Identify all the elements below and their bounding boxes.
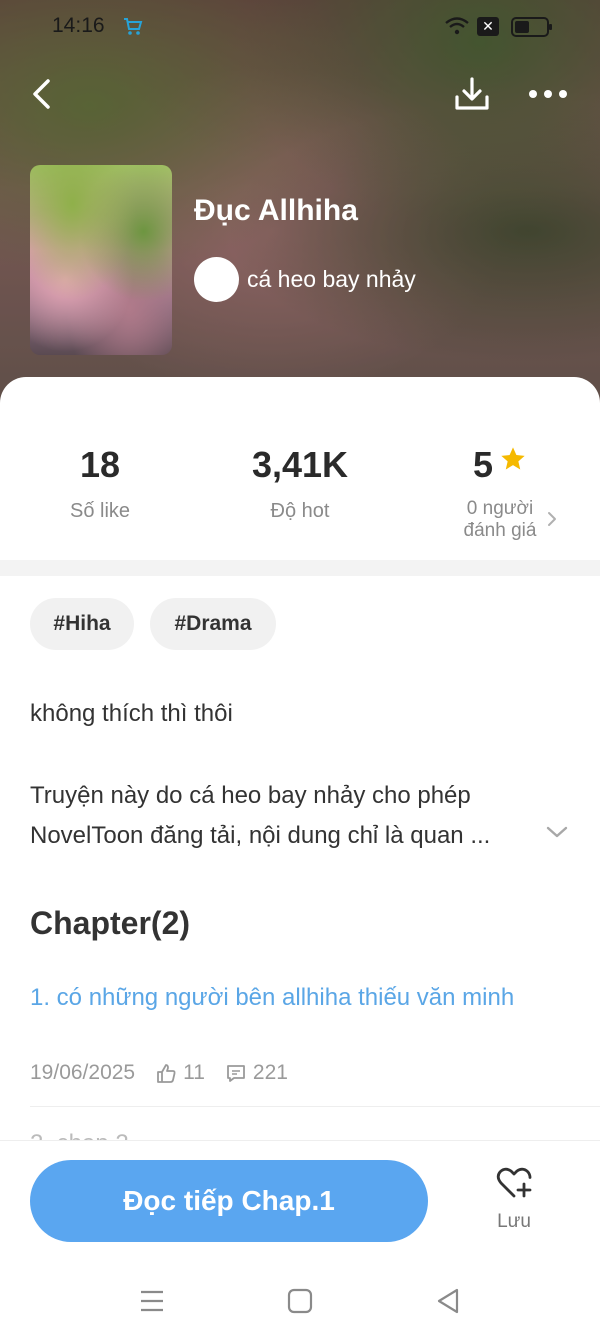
- author-avatar[interactable]: [194, 257, 239, 302]
- likes-value: 18: [79, 444, 121, 485]
- description-text: Truyện này do cá heo bay nhảy cho phép N…: [30, 782, 491, 849]
- rating-count-sublabel: đánh giá: [463, 520, 537, 541]
- tag-chip[interactable]: #Hiha: [30, 598, 134, 650]
- more-button[interactable]: [524, 70, 572, 118]
- chapter-comment-count: 221: [252, 1061, 288, 1084]
- star-icon: [501, 447, 525, 470]
- chapter-date: 19/06/2025: [30, 1061, 136, 1084]
- author-name[interactable]: cá heo bay nhảy: [247, 266, 416, 293]
- description-line: không thích thì thôi: [30, 700, 233, 727]
- chapter-like-count: 11: [183, 1061, 205, 1084]
- chapters-heading: Chapter(2): [30, 905, 191, 941]
- status-bar: 14:16 ✕: [0, 0, 600, 54]
- tag-chip[interactable]: #Drama: [150, 598, 276, 650]
- download-icon: [455, 77, 489, 110]
- story-title: Đục Allhiha: [194, 194, 358, 227]
- likes-label: Số like: [69, 500, 131, 522]
- recent-apps-icon[interactable]: [138, 1287, 166, 1315]
- comment-icon: [227, 1065, 245, 1082]
- save-button[interactable]: Lưu: [478, 1165, 550, 1241]
- wifi-icon: [445, 17, 469, 35]
- hot-value: 3,41K: [251, 444, 349, 485]
- rating-label[interactable]: 0 người đánh giá: [450, 498, 550, 542]
- status-time: 14:16: [52, 14, 105, 37]
- shopping-cart-icon: [124, 18, 143, 35]
- chapter-title-link[interactable]: 1. có những người bên allhiha thiếu văn …: [30, 982, 530, 1014]
- chapter-meta: 19/06/2025 11 221: [30, 1061, 288, 1085]
- continue-reading-button[interactable]: Đọc tiếp Chap.1: [30, 1160, 428, 1242]
- no-sim-icon: ✕: [477, 17, 499, 36]
- rating-value: 5: [472, 444, 494, 485]
- chapter-divider: [30, 1106, 600, 1107]
- chevron-down-icon[interactable]: [545, 822, 569, 842]
- battery-icon: [511, 17, 552, 37]
- hot-stat: 3,41K: [200, 444, 400, 486]
- hot-label: Độ hot: [270, 500, 330, 522]
- section-divider: [0, 560, 600, 576]
- heart-plus-icon: [496, 1167, 532, 1198]
- next-chapter-peek[interactable]: 2. chap 2: [30, 1126, 230, 1140]
- chevron-right-icon[interactable]: [545, 510, 559, 528]
- back-button[interactable]: [18, 70, 66, 118]
- home-icon[interactable]: [286, 1287, 314, 1315]
- rating-count-label: 0 người: [466, 498, 534, 519]
- save-label: Lưu: [497, 1211, 531, 1232]
- story-cover-image[interactable]: [30, 165, 172, 355]
- thumb-up-icon: [157, 1064, 176, 1083]
- back-arrow-icon: [33, 79, 50, 109]
- nav-back-icon[interactable]: [434, 1287, 462, 1315]
- more-dots-icon: [529, 90, 567, 98]
- download-button[interactable]: [448, 70, 496, 118]
- next-chapter-title: 2. chap 2: [30, 1130, 230, 1140]
- likes-stat: 18: [0, 444, 200, 486]
- rating-stat[interactable]: 5: [400, 444, 600, 486]
